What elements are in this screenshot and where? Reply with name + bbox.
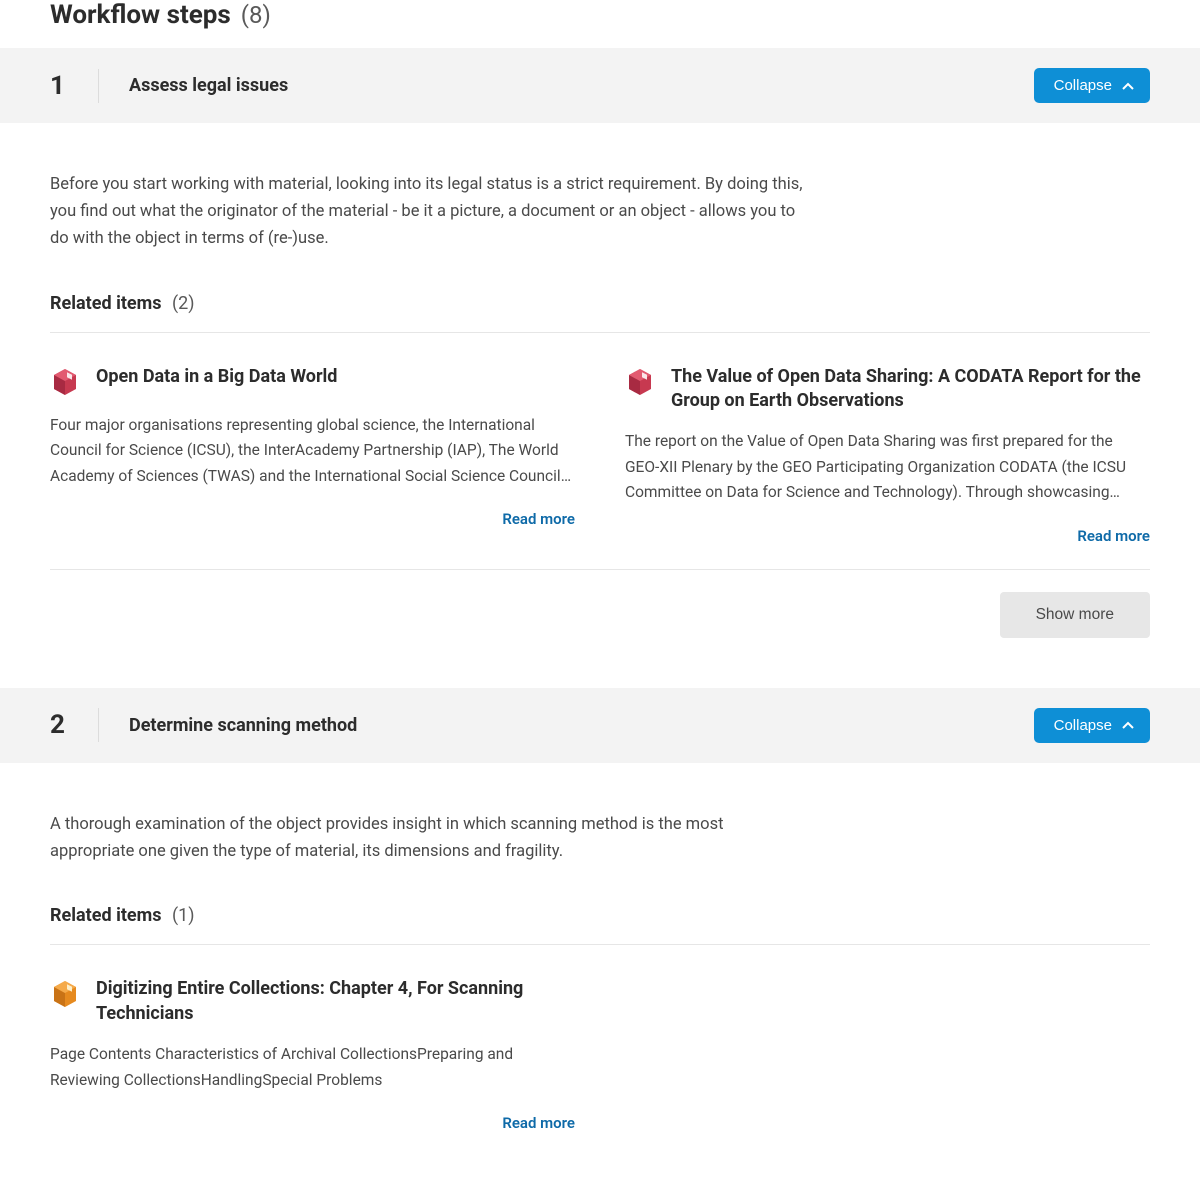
page-title-row: Workflow steps (8)	[0, 0, 1200, 48]
box-icon	[625, 367, 655, 397]
related-items-label: Related items	[50, 293, 161, 314]
step-title: Determine scanning method	[129, 715, 1004, 736]
step-header[interactable]: 2 Determine scanning method Collapse	[0, 688, 1200, 763]
related-item-title[interactable]: Open Data in a Big Data World	[96, 365, 337, 389]
related-items-grid: Digitizing Entire Collections: Chapter 4…	[50, 945, 1150, 1156]
workflow-step: 1 Assess legal issues Collapse Before yo…	[0, 48, 1200, 688]
related-item: The Value of Open Data Sharing: A CODATA…	[625, 365, 1150, 545]
divider	[98, 69, 99, 103]
step-description: A thorough examination of the object pro…	[50, 811, 810, 865]
divider	[98, 708, 99, 742]
related-item: Digitizing Entire Collections: Chapter 4…	[50, 977, 575, 1132]
read-more-link[interactable]: Read more	[502, 1114, 575, 1132]
read-more-link[interactable]: Read more	[1077, 527, 1150, 545]
show-more-button[interactable]: Show more	[1000, 592, 1150, 638]
collapse-label: Collapse	[1054, 77, 1112, 94]
box-icon	[50, 367, 80, 397]
step-number: 1	[50, 71, 68, 101]
related-items-heading: Related items (2)	[50, 293, 1150, 333]
caret-up-icon	[1122, 721, 1134, 729]
step-title: Assess legal issues	[129, 75, 1004, 96]
step-body: Before you start working with material, …	[0, 123, 1200, 688]
related-item-desc: The report on the Value of Open Data Sha…	[625, 429, 1150, 506]
related-item-spacer	[625, 977, 1150, 1132]
related-items-count: (1)	[172, 905, 195, 926]
related-items-grid: Open Data in a Big Data World Four major…	[50, 333, 1150, 570]
page-title: Workflow steps	[50, 0, 231, 30]
related-items-label: Related items	[50, 905, 161, 926]
caret-up-icon	[1122, 82, 1134, 90]
collapse-button[interactable]: Collapse	[1034, 68, 1150, 103]
related-item-desc: Page Contents Characteristics of Archiva…	[50, 1042, 575, 1093]
collapse-label: Collapse	[1054, 717, 1112, 734]
related-item: Open Data in a Big Data World Four major…	[50, 365, 575, 545]
related-item-title[interactable]: Digitizing Entire Collections: Chapter 4…	[96, 977, 575, 1026]
step-number: 2	[50, 710, 68, 740]
step-header[interactable]: 1 Assess legal issues Collapse	[0, 48, 1200, 123]
related-items-count: (2)	[172, 293, 195, 314]
related-item-desc: Four major organisations representing gl…	[50, 413, 575, 490]
page-step-count: (8)	[241, 1, 271, 29]
related-items-heading: Related items (1)	[50, 905, 1150, 945]
related-item-title[interactable]: The Value of Open Data Sharing: A CODATA…	[671, 365, 1150, 414]
read-more-link[interactable]: Read more	[502, 510, 575, 528]
workflow-step: 2 Determine scanning method Collapse A t…	[0, 688, 1200, 1186]
step-description: Before you start working with material, …	[50, 171, 810, 253]
step-body: A thorough examination of the object pro…	[0, 763, 1200, 1186]
collapse-button[interactable]: Collapse	[1034, 708, 1150, 743]
box-icon	[50, 979, 80, 1009]
